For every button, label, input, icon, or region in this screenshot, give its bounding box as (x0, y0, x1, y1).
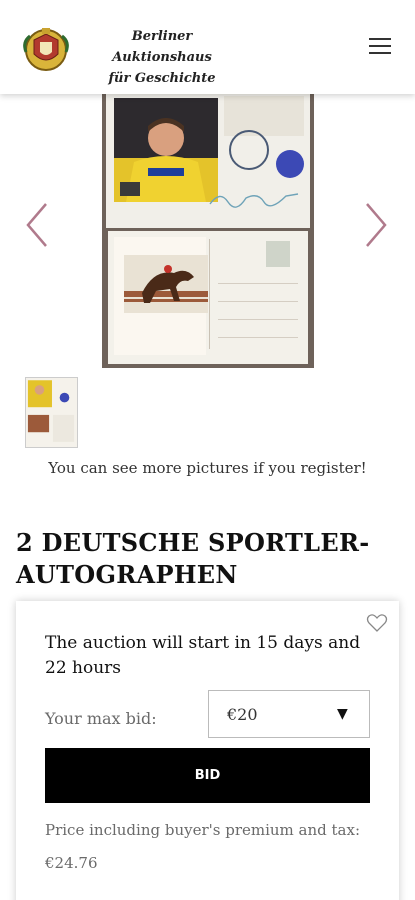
card-divider (209, 239, 210, 349)
logo-crest-icon[interactable] (20, 22, 72, 74)
stamp-area (224, 96, 304, 136)
address-line (218, 337, 298, 338)
address-line (218, 283, 298, 284)
gallery-thumbnail[interactable] (25, 377, 78, 448)
register-for-pictures-text: You can see more pictures if you registe… (48, 459, 367, 477)
blue-stamp (276, 150, 304, 178)
max-bid-value: €20 (227, 705, 258, 724)
chevron-left-icon[interactable] (24, 200, 50, 250)
caret-down-icon: ▼ (337, 706, 348, 722)
autograph-card-bottom (108, 231, 308, 364)
bid-panel: The auction will start in 15 days and 22… (16, 601, 399, 900)
racer-photo (114, 98, 218, 202)
brand-line-1: Berliner Auktionshaus (112, 29, 212, 65)
heart-icon[interactable] (366, 613, 388, 633)
max-bid-select[interactable]: €20 ▼ (208, 690, 370, 738)
thumbnail-image (26, 378, 77, 447)
auction-start-countdown: The auction will start in 15 days and 22… (45, 633, 361, 678)
equestrian-card (114, 237, 208, 355)
lot-title: 2 DEUTSCHE SPORTLER- AUTOGRAPHEN (16, 527, 396, 591)
brand-line-2: für Geschichte (108, 71, 216, 86)
postmark (229, 130, 269, 170)
bid-button[interactable]: BID (45, 748, 370, 803)
signature (209, 193, 299, 208)
address-line (218, 319, 298, 320)
image-gallery (0, 94, 415, 370)
max-bid-label: Your max bid: (45, 709, 157, 728)
site-header: Berliner Auktionshaus für Geschichte (0, 0, 415, 94)
brand-name[interactable]: Berliner Auktionshaus für Geschichte (82, 26, 242, 89)
equestrian-photo (124, 255, 208, 313)
autograph-card-top (106, 94, 310, 228)
hamburger-menu-icon[interactable] (369, 38, 391, 56)
lot-title-line-2: AUTOGRAPHEN (16, 560, 238, 589)
price-label: Price including buyer's premium and tax: (45, 821, 361, 839)
chevron-right-icon[interactable] (363, 200, 389, 250)
address-line (218, 301, 298, 302)
lot-main-image[interactable] (102, 94, 314, 368)
small-stamp (266, 241, 290, 267)
price-value: €24.76 (45, 854, 98, 872)
lot-title-line-1: 2 DEUTSCHE SPORTLER- (16, 528, 370, 557)
